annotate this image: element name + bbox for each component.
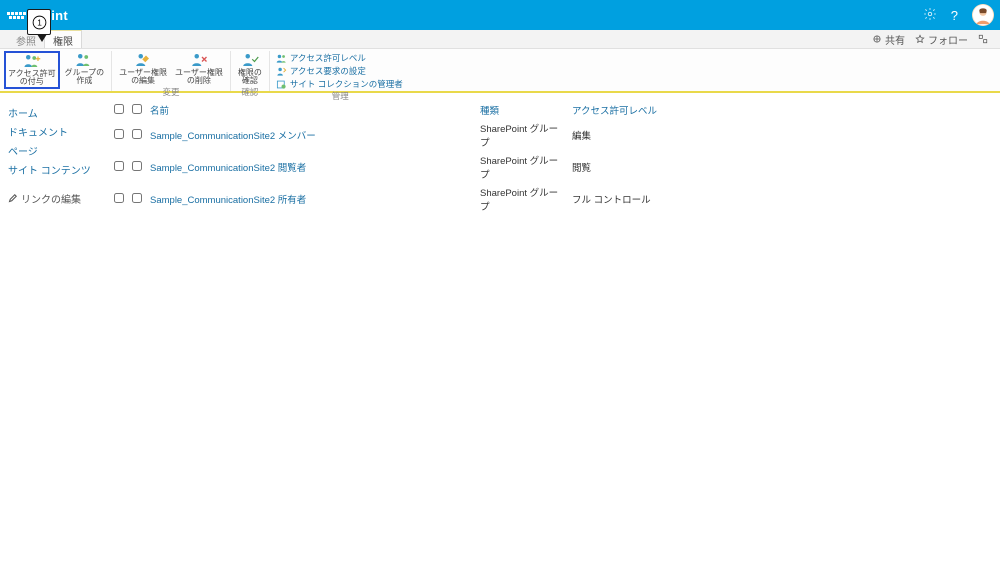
col-header-level[interactable]: アクセス許可レベル [568, 101, 990, 119]
callout-arrow-icon [37, 34, 47, 42]
content-area: 名前 種類 アクセス許可レベル Sample_CommunicationSite… [110, 93, 1000, 562]
check-permissions-button[interactable]: 権限の 確認 [235, 51, 265, 86]
grant-permissions-button[interactable]: アクセス許可 の付与 [4, 51, 60, 89]
row-name-link[interactable]: Sample_CommunicationSite2 閲覧者 [146, 151, 476, 183]
table-row: Sample_CommunicationSite2 所有者SharePoint … [110, 183, 990, 215]
table-row: Sample_CommunicationSite2 メンバーSharePoint… [110, 119, 990, 151]
edit-links-label: リンクの編集 [21, 191, 81, 206]
permission-levels-label: アクセス許可レベル [290, 52, 366, 64]
ribbon-group-grant: アクセス許可 の付与 グループの 作成 [0, 51, 112, 91]
row-checkbox-2[interactable] [132, 161, 142, 171]
help-icon[interactable]: ? [951, 8, 958, 23]
row-level: フル コントロール [568, 183, 990, 215]
row-level: 編集 [568, 119, 990, 151]
grant-permissions-label: アクセス許可 の付与 [8, 70, 56, 87]
nav-home[interactable]: ホーム [8, 103, 102, 122]
nav-documents[interactable]: ドキュメント [8, 122, 102, 141]
row-name-link[interactable]: Sample_CommunicationSite2 メンバー [146, 119, 476, 151]
focus-toggle[interactable] [978, 34, 988, 44]
check-permissions-label: 権限の 確認 [238, 69, 262, 86]
permission-levels-link[interactable]: アクセス許可レベル [276, 52, 403, 64]
share-label: 共有 [885, 32, 905, 47]
row-checkbox[interactable] [114, 161, 124, 171]
permissions-table: 名前 種類 アクセス許可レベル Sample_CommunicationSite… [110, 101, 990, 215]
row-type: SharePoint グループ [476, 151, 568, 183]
row-type: SharePoint グループ [476, 119, 568, 151]
col-header-type[interactable]: 種類 [476, 101, 568, 119]
suite-bar: Point ? [0, 0, 1000, 30]
edit-user-permissions-label: ユーザー権限 の編集 [119, 69, 167, 86]
ribbon-group-check: 権限の 確認 確認 [231, 51, 270, 91]
ribbon: アクセス許可 の付与 グループの 作成 ユーザー権限 の編集 ユーザー権限 の削… [0, 49, 1000, 93]
remove-user-permissions-button[interactable]: ユーザー権限 の削除 [172, 51, 226, 86]
callout-badge: 1 [27, 9, 51, 35]
pencil-icon [8, 194, 17, 203]
app-launcher-icon[interactable] [6, 5, 26, 25]
select-all-checkbox[interactable] [114, 104, 124, 114]
share-link[interactable]: 共有 [872, 32, 905, 47]
row-level: 閲覧 [568, 151, 990, 183]
site-collection-admins-label: サイト コレクションの管理者 [290, 78, 403, 90]
row-checkbox[interactable] [114, 193, 124, 203]
col-header-name[interactable]: 名前 [146, 101, 476, 119]
avatar[interactable] [972, 4, 994, 26]
access-request-settings-link[interactable]: アクセス要求の設定 [276, 65, 403, 77]
create-group-button[interactable]: グループの 作成 [62, 51, 108, 89]
table-row: Sample_CommunicationSite2 閲覧者SharePoint … [110, 151, 990, 183]
gear-icon[interactable] [923, 7, 937, 24]
row-checkbox-2[interactable] [132, 129, 142, 139]
nav-pages[interactable]: ページ [8, 141, 102, 160]
site-collection-admins-link[interactable]: サイト コレクションの管理者 [276, 78, 403, 90]
edit-user-permissions-button[interactable]: ユーザー権限 の編集 [116, 51, 170, 86]
access-request-settings-label: アクセス要求の設定 [290, 65, 366, 77]
remove-user-permissions-label: ユーザー権限 の削除 [175, 69, 223, 86]
ribbon-tab-strip: 参照 権限 共有 フォロー [0, 30, 1000, 49]
row-checkbox-2[interactable] [132, 193, 142, 203]
left-nav: ホーム ドキュメント ページ サイト コンテンツ リンクの編集 [0, 93, 110, 562]
follow-link[interactable]: フォロー [915, 32, 968, 47]
nav-site-contents[interactable]: サイト コンテンツ [8, 160, 102, 179]
select-all-checkbox-2[interactable] [132, 104, 142, 114]
follow-label: フォロー [928, 32, 968, 47]
ribbon-group-change: ユーザー権限 の編集 ユーザー権限 の削除 変更 [112, 51, 231, 91]
ribbon-group-manage: アクセス許可レベル アクセス要求の設定 サイト コレクションの管理者 管理 [270, 51, 411, 91]
row-checkbox[interactable] [114, 129, 124, 139]
row-type: SharePoint グループ [476, 183, 568, 215]
create-group-label: グループの 作成 [65, 69, 105, 86]
main-area: ホーム ドキュメント ページ サイト コンテンツ リンクの編集 名前 種類 アク… [0, 93, 1000, 562]
svg-text:1: 1 [37, 18, 42, 27]
edit-links-link[interactable]: リンクの編集 [8, 191, 102, 206]
row-name-link[interactable]: Sample_CommunicationSite2 所有者 [146, 183, 476, 215]
